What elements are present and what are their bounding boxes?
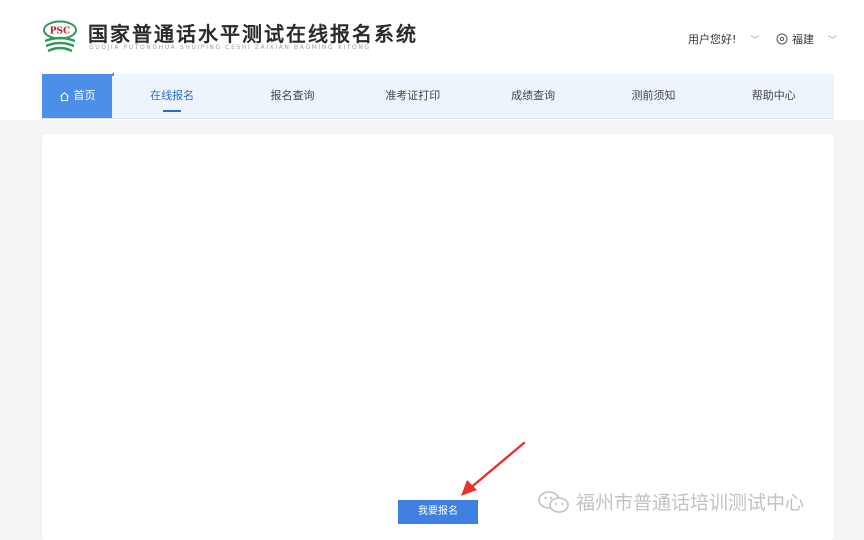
chevron-down-icon: ﹀ [828,35,838,46]
psc-logo: PSC [43,20,77,53]
main-nav: 首页 在线报名 报名查询 准考证打印 成绩查询 测前须知 帮助中心 [42,72,834,119]
top-header: PSC 国家普通话水平测试在线报名系统 GUOJIA PUTONGHUA SHU… [0,0,864,120]
region-selector[interactable]: 福建 ﹀ [776,31,837,47]
watermark: 福州市普通话培训测试中心 [536,488,804,515]
site-title: 国家普通话水平测试在线报名系统 [88,22,418,46]
wechat-icon [538,490,569,513]
user-greeting: 用户您好! [688,33,737,46]
chevron-down-icon: ﹀ [750,35,760,46]
logo-text: PSC [50,27,70,37]
nav-item-admission-ticket-print[interactable]: 准考证打印 [353,74,473,118]
location-pin-icon [776,33,788,45]
nav-item-home[interactable]: 首页 [42,72,114,118]
home-icon [59,91,69,101]
nav-item-registration-query[interactable]: 报名查询 [232,74,352,118]
watermark-text: 福州市普通话培训测试中心 [576,492,805,514]
region-label: 福建 [792,33,814,46]
nav-item-pre-test-notice[interactable]: 测前须知 [593,74,713,118]
red-arrow-annotation [461,441,526,496]
user-menu[interactable]: 用户您好! ﹀ [688,31,759,47]
nav-item-score-query[interactable]: 成绩查询 [473,74,593,118]
nav-item-online-registration[interactable]: 在线报名 [112,74,232,118]
content-panel [42,134,834,540]
register-button[interactable]: 我要报名 [398,500,478,524]
site-subtitle: GUOJIA PUTONGHUA SHUIPING CESHI ZAIXIAN … [89,44,371,51]
nav-item-help-center[interactable]: 帮助中心 [714,74,834,118]
nav-label: 首页 [73,89,96,102]
